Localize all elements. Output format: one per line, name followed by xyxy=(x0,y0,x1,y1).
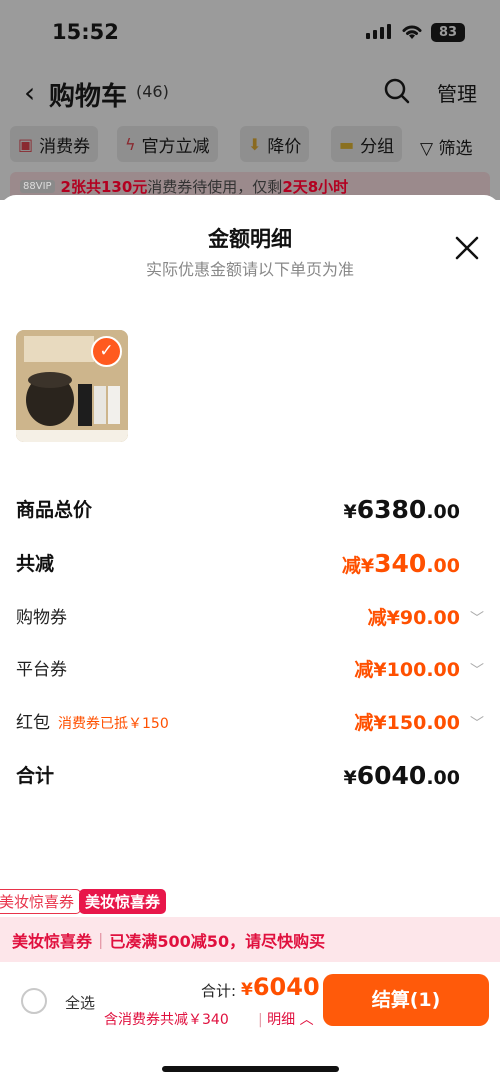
chevron-down-icon[interactable]: ﹀ xyxy=(470,660,484,680)
filter-bar: ▣ 消费券 ϟ 官方立减 ⬇ 降价 ▬ 分组 ▽ 筛选 xyxy=(0,122,500,170)
grand-total-value: ¥6040.00 xyxy=(343,761,461,790)
banner-text: 已凑满500减50，请尽快购买 xyxy=(109,931,326,951)
filter-icon: ▽ xyxy=(420,139,434,159)
search-icon[interactable] xyxy=(383,77,411,105)
select-all-radio[interactable] xyxy=(21,988,47,1014)
total-discount-row: 共减 减¥340.00 xyxy=(16,549,484,585)
chevron-left-icon[interactable]: ‹ xyxy=(24,76,35,109)
total-discount-value: 减¥340.00 xyxy=(341,549,460,578)
cart-header: ‹ 购物车 (46) 管理 xyxy=(0,66,500,122)
home-indicator xyxy=(162,1066,339,1072)
grand-total-row: 合计 ¥6040.00 xyxy=(16,761,484,797)
cart-count: (46) xyxy=(136,82,169,101)
total-value: ¥6040 xyxy=(241,973,320,1001)
platform-coupon-label: 平台券 xyxy=(16,660,67,680)
sheet-title: 金额明细 xyxy=(208,227,292,251)
selected-check-icon: ✓ xyxy=(91,336,122,367)
close-icon[interactable] xyxy=(453,234,481,262)
wifi-icon xyxy=(402,25,422,39)
shop-coupon-value: 减¥90.00 xyxy=(367,607,460,629)
lightning-icon: ϟ xyxy=(125,134,136,154)
red-packet-row[interactable]: 红包 消费券已抵￥150 减¥150.00 ﹀ xyxy=(16,708,484,738)
total-label: 合计: xyxy=(201,982,237,1000)
shop-coupon-label: 购物券 xyxy=(16,608,67,628)
red-packet-label: 红包 xyxy=(16,713,50,733)
sheet-subtitle: 实际优惠金额请以下单页为准 xyxy=(145,260,354,279)
red-packet-value: 减¥150.00 xyxy=(354,712,460,734)
filter-button[interactable]: ▽ 筛选 xyxy=(420,134,472,159)
filter-price-drop[interactable]: ⬇ 降价 xyxy=(240,126,310,162)
chevron-up-icon: ︿ xyxy=(299,1012,314,1028)
chevron-down-icon[interactable]: ﹀ xyxy=(470,608,484,628)
subtotal-label: 商品总价 xyxy=(16,499,93,521)
filter-coupon[interactable]: ▣ 消费券 xyxy=(10,126,99,162)
filter-group[interactable]: ▬ 分组 xyxy=(331,126,403,162)
platform-coupon-value: 减¥100.00 xyxy=(354,659,460,681)
select-all-label[interactable]: 全选 xyxy=(65,992,95,1013)
checkout-button[interactable]: 结算(1) xyxy=(323,974,489,1026)
promo-banner[interactable]: 美妆惊喜券 | 已凑满500减50，请尽快购买 xyxy=(0,917,500,962)
vip-badge: 88VIP xyxy=(20,179,55,193)
subtotal-row: 商品总价 ¥6380.00 xyxy=(16,495,484,531)
status-bar: 15:52 83 xyxy=(0,0,500,66)
filter-official-discount[interactable]: ϟ 官方立减 xyxy=(117,126,218,162)
total-discount-label: 共减 xyxy=(16,553,55,575)
promo-tag-active[interactable]: 美妆惊喜券 xyxy=(79,889,167,914)
shop-coupon-row[interactable]: 购物券 减¥90.00 ﹀ xyxy=(16,603,484,633)
price-drop-icon: ⬇ xyxy=(248,134,262,154)
red-packet-note: 消费券已抵￥150 xyxy=(58,716,169,732)
chevron-down-icon[interactable]: ﹀ xyxy=(470,713,484,733)
battery-icon: 83 xyxy=(431,23,465,42)
page-title: 购物车 xyxy=(49,82,128,112)
coupon-icon: ▣ xyxy=(18,134,34,154)
grand-total-label: 合计 xyxy=(16,765,55,787)
signal-icon xyxy=(366,24,391,39)
banner-title: 美妆惊喜券 xyxy=(12,931,93,951)
status-time: 15:52 xyxy=(52,20,119,44)
promo-tag[interactable]: 美妆惊喜券 xyxy=(0,889,82,914)
manage-button[interactable]: 管理 xyxy=(437,78,477,107)
detail-toggle[interactable]: | 明细 ︿ xyxy=(258,1009,314,1029)
discount-summary: 含消费券共减￥340 xyxy=(104,1012,229,1028)
platform-coupon-row[interactable]: 平台券 减¥100.00 ﹀ xyxy=(16,655,484,685)
checkout-bar: 全选 合计: ¥6040 含消费券共减￥340 | 明细 ︿ 结算(1) xyxy=(0,962,500,1082)
folder-icon: ▬ xyxy=(339,134,355,154)
promo-tags: 美妆惊喜券 美妆惊喜券 xyxy=(0,885,180,915)
subtotal-value: ¥6380.00 xyxy=(343,495,461,524)
